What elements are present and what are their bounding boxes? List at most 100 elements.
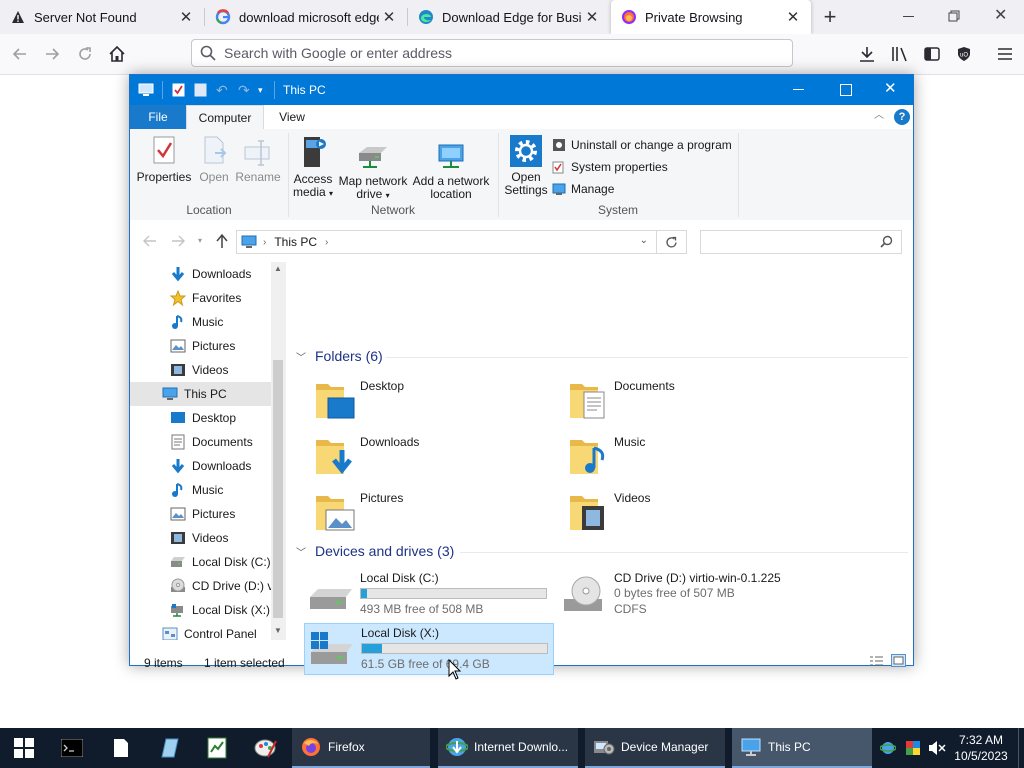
clock[interactable]: 7:32 AM 10/5/2023 [951, 732, 1011, 764]
details-view-icon[interactable] [869, 655, 884, 667]
tab-private-browsing[interactable]: Private Browsing ✕ [611, 0, 811, 34]
nav-item-pictures[interactable]: Pictures [130, 334, 285, 358]
taskbar-app-device-manager[interactable]: Device Manager [585, 728, 725, 768]
file-manager-icon[interactable] [145, 728, 193, 768]
close-tab-icon[interactable]: ✕ [783, 7, 803, 27]
scrollbar-thumb[interactable] [273, 360, 283, 618]
open-settings-button[interactable]: Open Settings [502, 135, 550, 197]
reload-icon[interactable] [71, 40, 99, 68]
color-palette-tray-icon[interactable] [905, 740, 921, 756]
start-button[interactable] [0, 728, 48, 768]
properties-quick-icon[interactable] [172, 83, 185, 97]
taskbar-app-firefox[interactable]: Firefox [292, 728, 430, 768]
drive-cd-d[interactable]: CD Drive (D:) virtio-win-0.1.225 0 bytes… [558, 569, 808, 621]
new-folder-quick-icon[interactable] [194, 83, 207, 97]
search-this-pc-input[interactable] [700, 230, 902, 254]
command-prompt-icon[interactable] [48, 728, 96, 768]
refresh-button[interactable] [657, 230, 687, 254]
nav-item-documents[interactable]: Documents [130, 430, 285, 454]
new-tab-plus-icon[interactable]: + [818, 5, 842, 29]
map-network-drive-button[interactable]: Map network drive ▾ [337, 135, 409, 202]
minimize-icon[interactable] [902, 9, 916, 23]
uninstall-program-button[interactable]: Uninstall or change a program [552, 135, 732, 155]
devices-group-header[interactable]: ﹀ Devices and drives (3) [296, 541, 454, 561]
nav-item-music[interactable]: Music [130, 310, 285, 334]
access-media-button[interactable]: Access media ▾ [292, 135, 334, 200]
breadcrumb-bar[interactable]: › This PC › ⌄ [236, 230, 657, 254]
recent-locations-chevron-icon[interactable]: ▾ [198, 237, 208, 245]
forward-icon[interactable] [38, 40, 66, 68]
tab-download-microsoft-edge[interactable]: download microsoft edge ✕ [205, 0, 407, 34]
rename-button[interactable]: Rename [234, 135, 282, 184]
volume-muted-icon[interactable] [928, 740, 946, 756]
system-properties-button[interactable]: System properties [552, 157, 668, 177]
undo-icon[interactable]: ↶ [216, 83, 230, 97]
folder-pictures[interactable]: Pictures [314, 486, 564, 538]
back-arrow-icon[interactable] [142, 234, 158, 248]
open-button[interactable]: Open [194, 135, 234, 184]
redo-icon[interactable]: ↷ [238, 83, 252, 97]
forward-arrow-icon[interactable] [170, 234, 186, 248]
nav-item-music-pc[interactable]: Music [130, 478, 285, 502]
tab-view[interactable]: View [268, 105, 316, 129]
drive-local-disk-c[interactable]: Local Disk (C:) 493 MB free of 508 MB [304, 569, 554, 621]
collapse-ribbon-chevron-icon[interactable]: ︿ [874, 110, 886, 122]
nav-pane-scrollbar[interactable]: ▲ ▼ [271, 262, 286, 640]
network-tray-icon[interactable] [879, 740, 897, 756]
properties-button[interactable]: Properties [136, 135, 192, 184]
customize-toolbar-chevron-icon[interactable]: ▾ [258, 84, 268, 96]
library-icon[interactable] [886, 40, 914, 68]
nav-item-desktop[interactable]: Desktop [130, 406, 285, 430]
menu-hamburger-icon[interactable] [991, 40, 1019, 68]
folder-documents[interactable]: Documents [568, 374, 818, 426]
downloads-icon[interactable] [853, 40, 881, 68]
close-tab-icon[interactable]: ✕ [176, 7, 196, 27]
sidebar-icon[interactable] [918, 40, 946, 68]
close-tab-icon[interactable]: ✕ [379, 7, 399, 27]
nav-item-pictures-pc[interactable]: Pictures [130, 502, 285, 526]
paint-icon[interactable] [242, 728, 290, 768]
close-icon[interactable]: ✕ [884, 81, 900, 97]
add-network-location-button[interactable]: Add a network location [411, 135, 491, 201]
nav-item-videos[interactable]: Videos [130, 358, 285, 382]
tab-server-not-found[interactable]: Server Not Found ✕ [0, 0, 204, 34]
taskbar-app-this-pc[interactable]: This PC [732, 728, 872, 768]
maximize-icon[interactable] [840, 84, 852, 96]
tab-download-edge-business[interactable]: Download Edge for Busine ✕ [408, 0, 610, 34]
folder-desktop[interactable]: Desktop [314, 374, 564, 426]
notepad-icon[interactable] [97, 728, 145, 768]
address-bar[interactable]: Search with Google or enter address [191, 39, 793, 67]
show-desktop-button[interactable] [1018, 728, 1019, 768]
large-icons-view-icon[interactable] [891, 654, 906, 667]
folder-music[interactable]: Music [568, 430, 818, 482]
folder-downloads[interactable]: Downloads [314, 430, 564, 482]
tab-file[interactable]: File [130, 105, 186, 129]
up-arrow-icon[interactable] [215, 233, 229, 249]
help-icon[interactable]: ? [894, 109, 910, 125]
minimize-icon[interactable] [793, 89, 804, 90]
restore-icon[interactable] [948, 10, 960, 22]
nav-item-downloads[interactable]: Downloads [130, 262, 285, 286]
nav-item-local-disk-x[interactable]: Local Disk (X:) [130, 598, 285, 622]
back-icon[interactable] [6, 40, 34, 68]
close-window-icon[interactable]: ✕ [994, 8, 1010, 24]
manage-button[interactable]: Manage [552, 179, 614, 199]
scroll-up-arrow-icon[interactable]: ▲ [274, 264, 282, 273]
scroll-down-arrow-icon[interactable]: ▼ [274, 626, 282, 635]
nav-item-this-pc[interactable]: This PC [130, 382, 285, 406]
folders-group-header[interactable]: ﹀ Folders (6) [296, 346, 383, 366]
tab-computer[interactable]: Computer [186, 105, 264, 130]
address-history-chevron-icon[interactable]: ⌄ [640, 235, 648, 246]
nav-item-downloads-pc[interactable]: Downloads [130, 454, 285, 478]
nav-item-videos-pc[interactable]: Videos [130, 526, 285, 550]
folder-videos[interactable]: Videos [568, 486, 818, 538]
close-tab-icon[interactable]: ✕ [582, 7, 602, 27]
taskbar-app-internet-download-manager[interactable]: Internet Downlo... [438, 728, 578, 768]
nav-item-favorites[interactable]: Favorites [130, 286, 285, 310]
breadcrumb-this-pc[interactable]: This PC [274, 235, 317, 249]
nav-item-cd-drive[interactable]: CD Drive (D:) v [130, 574, 285, 598]
ublock-shield-icon[interactable]: uO [950, 40, 978, 68]
nav-item-control-panel[interactable]: Control Panel [130, 622, 285, 640]
home-icon[interactable] [103, 40, 131, 68]
nav-item-local-disk-c[interactable]: Local Disk (C:) [130, 550, 285, 574]
